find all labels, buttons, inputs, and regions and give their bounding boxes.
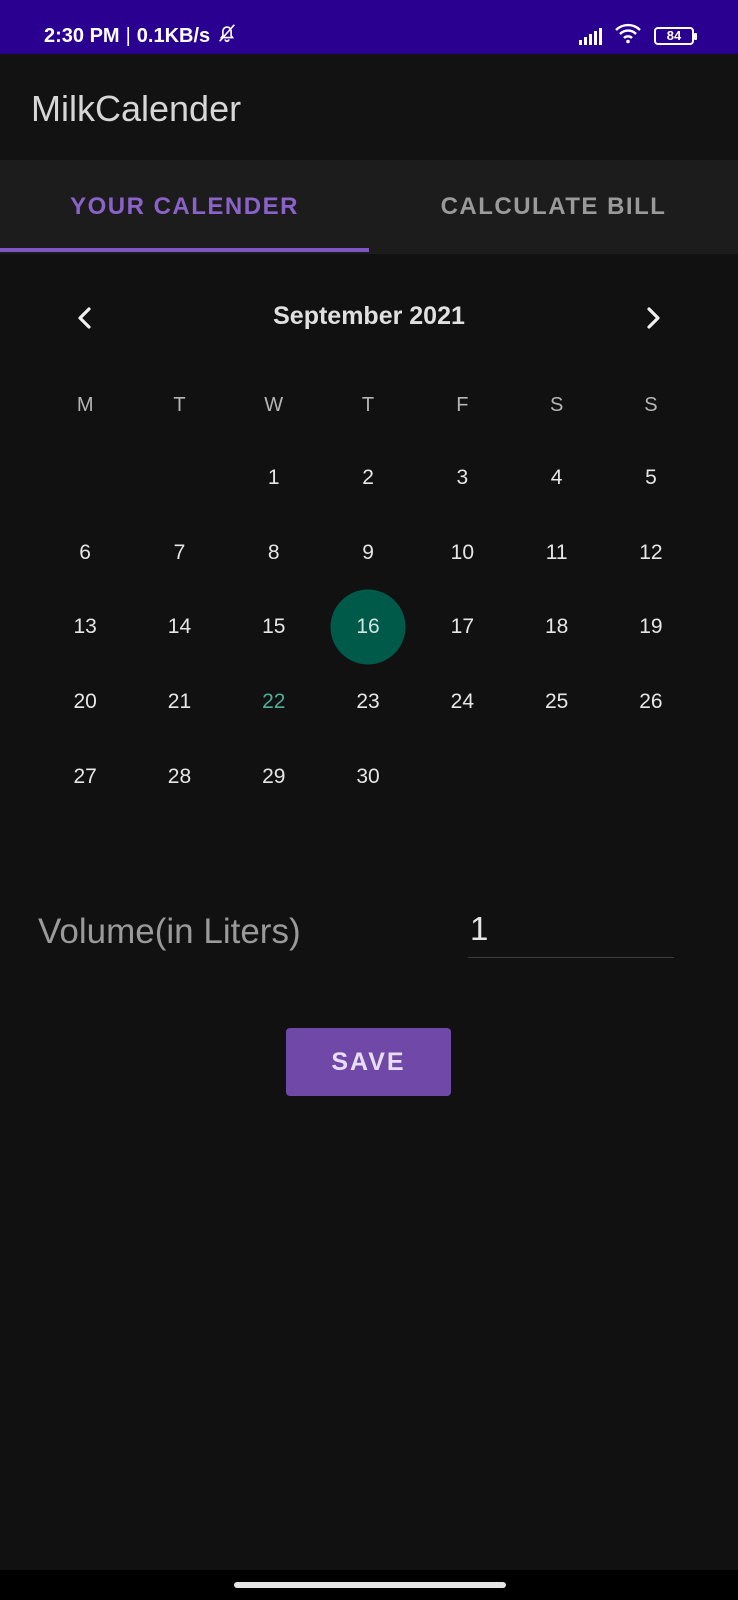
calendar-day-today[interactable]: 22	[227, 664, 321, 739]
calendar-day[interactable]: 13	[38, 589, 132, 664]
save-button[interactable]: SAVE	[286, 1028, 451, 1096]
network-speed: 0.1KB/s	[136, 24, 211, 47]
home-indicator[interactable]	[234, 1582, 506, 1588]
app-title: MilkCalender	[31, 88, 242, 129]
calendar-day[interactable]: 2	[321, 440, 415, 515]
calendar-day[interactable]: 12	[604, 515, 698, 590]
system-navigation-bar	[0, 1570, 738, 1600]
status-time: 2:30 PM	[44, 24, 120, 47]
calendar-day[interactable]: 18	[509, 589, 603, 664]
weekday-header: M T W T F S S	[38, 380, 698, 430]
calendar-day-empty	[415, 739, 509, 814]
calendar-day-empty	[509, 739, 603, 814]
weekday-label: W	[264, 393, 284, 416]
calendar-day[interactable]: 17	[415, 589, 509, 664]
signal-icon	[579, 27, 602, 45]
bell-muted-icon	[216, 22, 238, 50]
calendar-day[interactable]: 5	[604, 440, 698, 515]
tab-your-calender[interactable]: YOUR CALENDER	[0, 160, 369, 254]
calendar-day[interactable]: 20	[38, 664, 132, 739]
weekday-label: F	[456, 393, 469, 416]
calendar-day[interactable]: 10	[415, 515, 509, 590]
calendar-day[interactable]: 21	[132, 664, 226, 739]
calendar-day-empty	[604, 739, 698, 814]
battery-level: 84	[666, 28, 682, 43]
weekday-label: T	[361, 393, 375, 416]
calendar-week: 27 28 29 30	[38, 739, 698, 814]
calendar-day[interactable]: 8	[227, 515, 321, 590]
weekday-label: M	[76, 393, 94, 416]
battery-icon: 84	[654, 26, 697, 45]
calendar-day[interactable]: 6	[38, 515, 132, 590]
next-month-button[interactable]	[623, 290, 683, 350]
calendar-day[interactable]: 28	[132, 739, 226, 814]
calendar-day[interactable]: 24	[415, 664, 509, 739]
calendar-day[interactable]: 4	[509, 440, 603, 515]
calendar-day-empty	[38, 440, 132, 515]
calendar-day[interactable]: 25	[509, 664, 603, 739]
calendar-day[interactable]: 15	[227, 589, 321, 664]
weekday-label: T	[173, 393, 186, 416]
calendar-day[interactable]: 7	[132, 515, 226, 590]
app-bar: MilkCalender	[0, 54, 738, 160]
calendar-day[interactable]: 9	[321, 515, 415, 590]
calendar-day-empty	[132, 440, 226, 515]
calendar-day[interactable]: 26	[604, 664, 698, 739]
tab-indicator	[0, 248, 369, 252]
calendar-day[interactable]: 23	[321, 664, 415, 739]
calendar-day[interactable]: 19	[604, 589, 698, 664]
calendar-week: 20 21 22 23 24 25 26	[38, 664, 698, 739]
wifi-icon	[614, 22, 642, 49]
chevron-right-icon	[642, 305, 664, 336]
calendar-day[interactable]: 14	[132, 589, 226, 664]
tab-calculate-bill[interactable]: CALCULATE BILL	[369, 160, 738, 254]
calendar-day-selected[interactable]: 16	[321, 589, 415, 664]
volume-input[interactable]	[468, 900, 674, 958]
calendar-day[interactable]: 1	[227, 440, 321, 515]
weekday-label: S	[644, 393, 658, 416]
calendar-week: 6 7 8 9 10 11 12	[38, 515, 698, 590]
status-right: 84	[579, 22, 697, 49]
calendar-day[interactable]: 3	[415, 440, 509, 515]
status-bar: 2:30 PM | 0.1KB/s 84	[0, 0, 738, 54]
calendar-week: 13 14 15 16 17 18 19	[38, 589, 698, 664]
calendar-header: September 2021	[0, 290, 738, 350]
calendar-day[interactable]: 11	[509, 515, 603, 590]
status-separator: |	[125, 24, 131, 47]
volume-label: Volume(in Liters)	[38, 912, 301, 951]
calendar-week: 1 2 3 4 5	[38, 440, 698, 515]
status-left: 2:30 PM | 0.1KB/s	[44, 22, 238, 50]
weekday-label: S	[549, 393, 564, 416]
calendar-day[interactable]: 29	[227, 739, 321, 814]
calendar-day[interactable]: 30	[321, 739, 415, 814]
calendar-day[interactable]: 27	[38, 739, 132, 814]
tab-bar: YOUR CALENDER CALCULATE BILL	[0, 160, 738, 254]
